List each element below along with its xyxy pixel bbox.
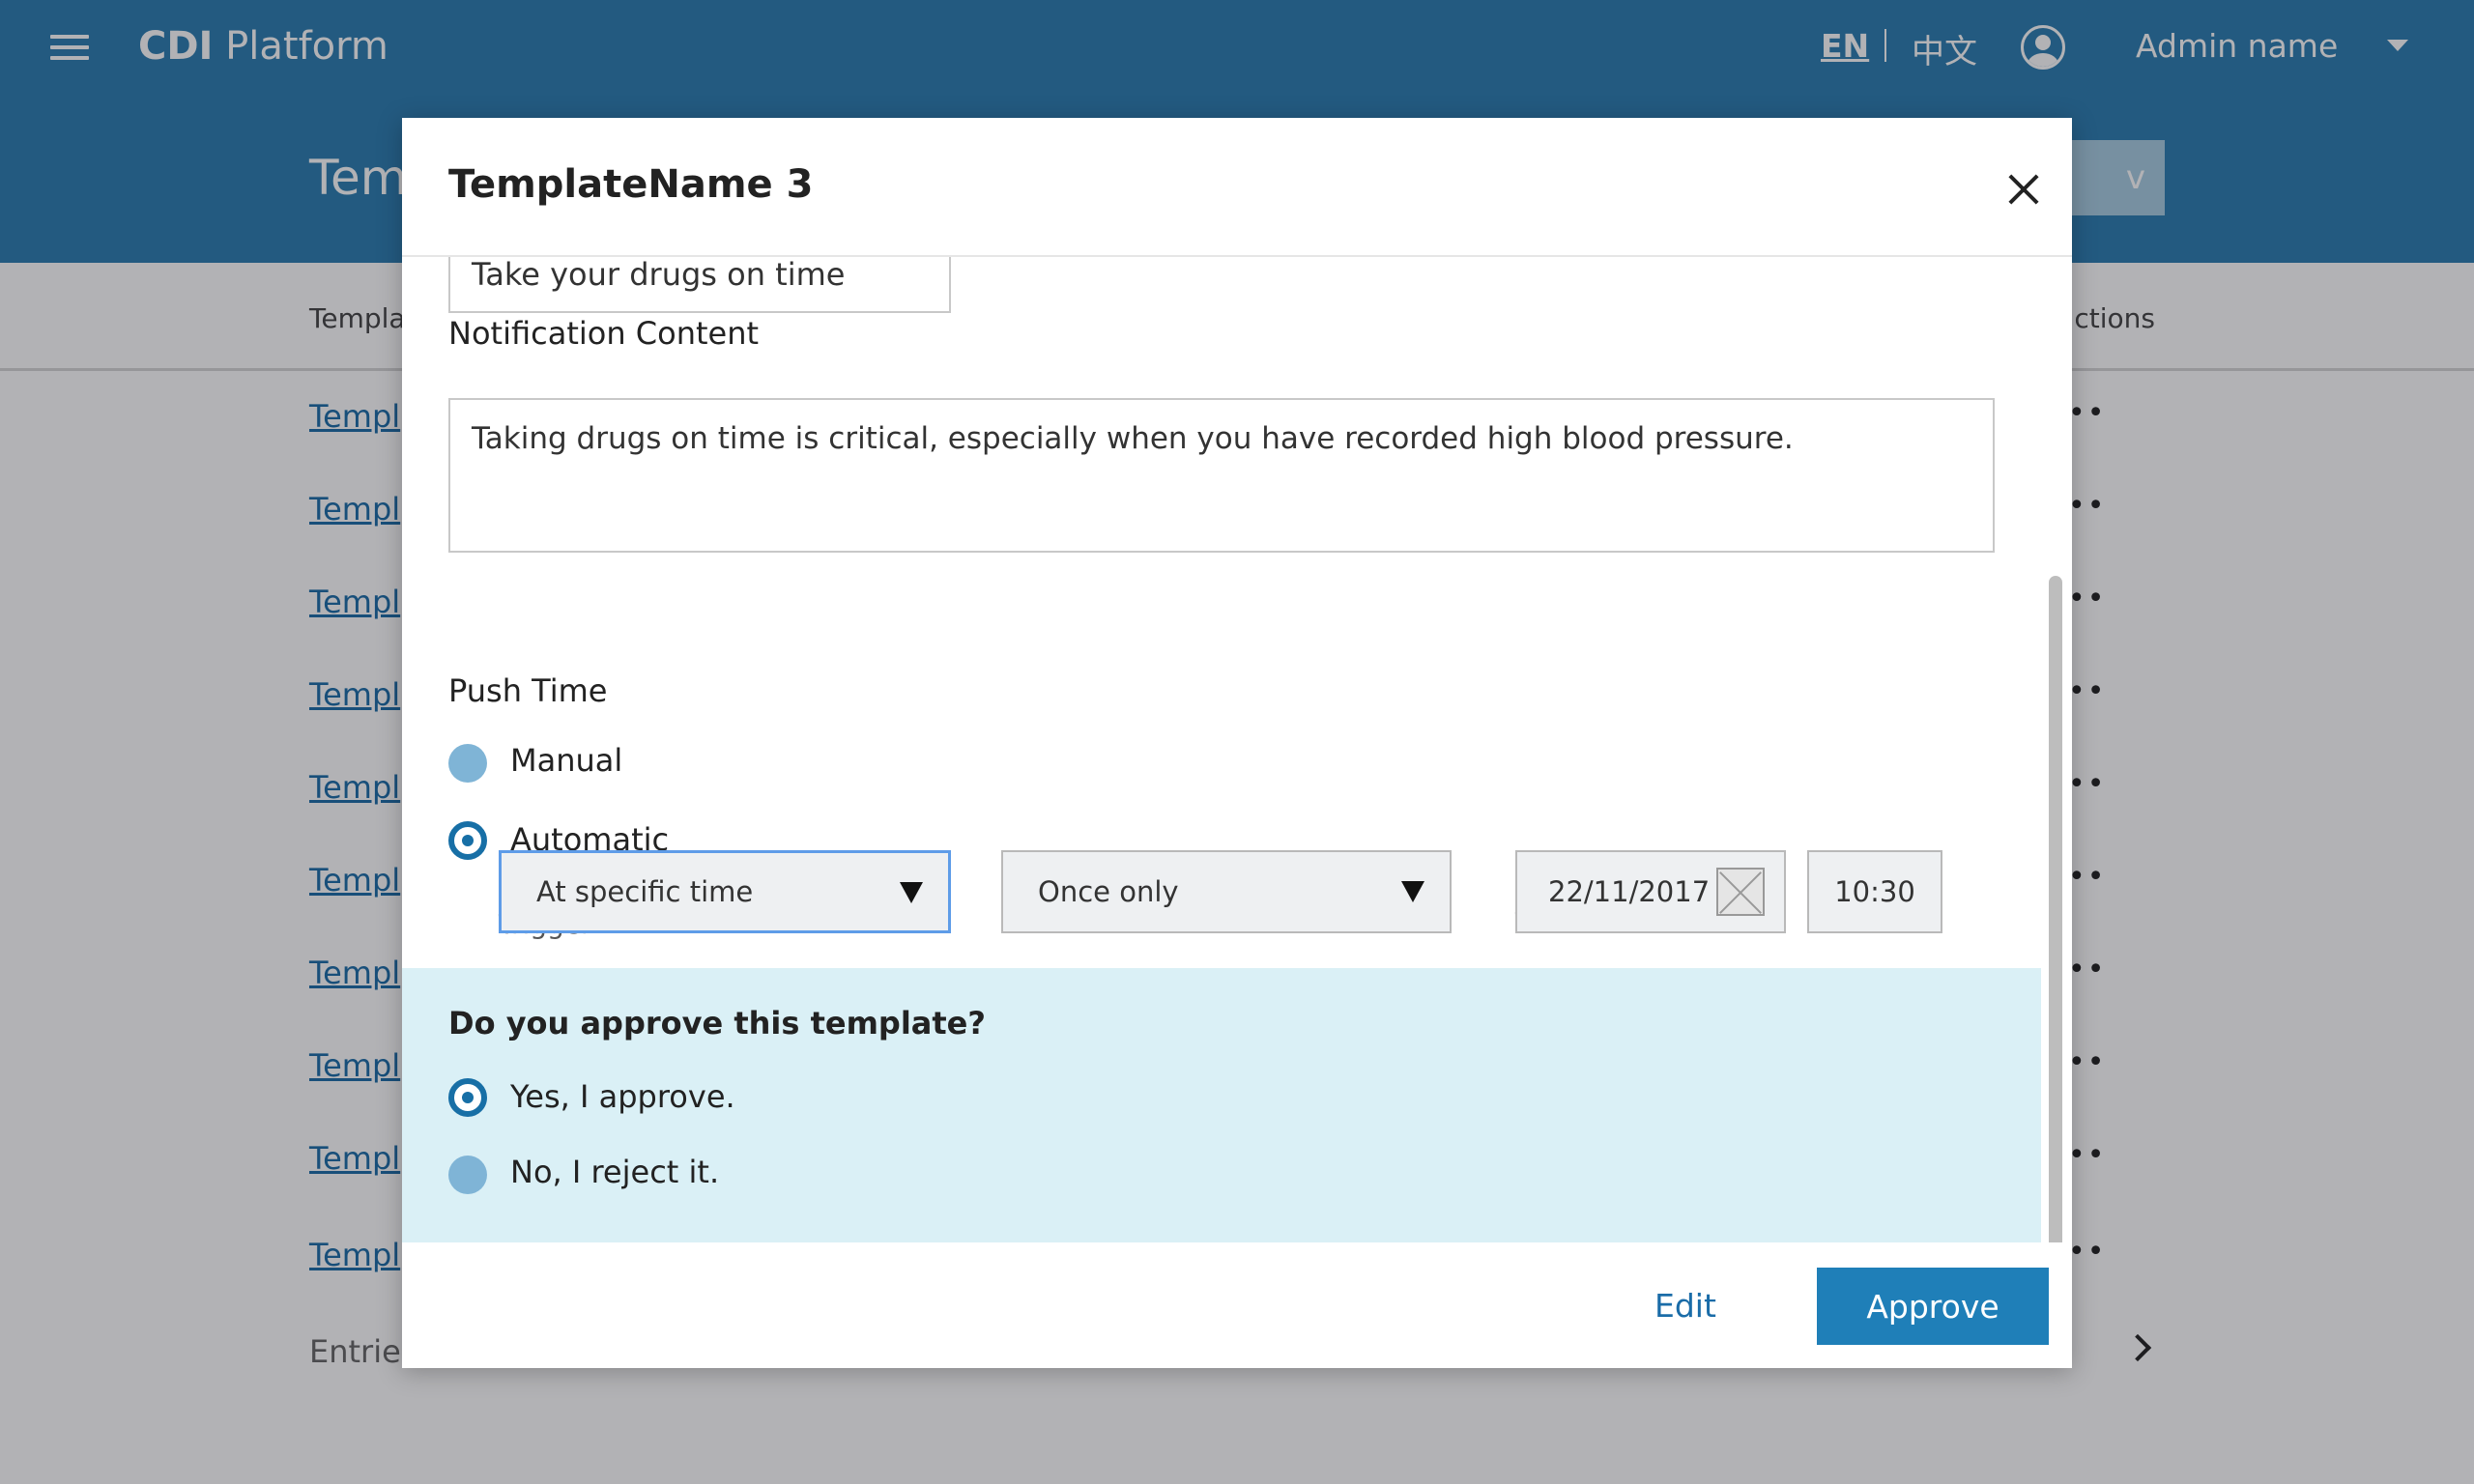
push-manual-radio[interactable]	[448, 744, 487, 783]
approve-no-radio[interactable]	[448, 1156, 487, 1194]
close-icon[interactable]	[2006, 172, 2041, 207]
modal-body: Take your drugs on time Notification Con…	[402, 234, 2072, 1362]
dropdown-arrow-icon	[1401, 881, 1424, 902]
notification-content-label: Notification Content	[448, 315, 760, 352]
push-time-label: Push Time	[448, 672, 608, 709]
approve-yes-radio[interactable]	[448, 1078, 487, 1117]
modal-header: TemplateName 3	[402, 118, 2072, 257]
time-field[interactable]: 10:30	[1807, 850, 1942, 933]
edit-button[interactable]: Edit	[1654, 1287, 1716, 1325]
dropdown-arrow-icon	[900, 882, 923, 903]
calendar-icon[interactable]	[1716, 868, 1765, 916]
modal-title: TemplateName 3	[448, 162, 814, 207]
approval-question: Do you approve this template?	[448, 1005, 986, 1042]
push-automatic-radio[interactable]	[448, 821, 487, 860]
trigger-select[interactable]: At specific time	[499, 850, 951, 933]
approve-no-label[interactable]: No, I reject it.	[510, 1154, 719, 1190]
approve-button[interactable]: Approve	[1817, 1268, 2049, 1345]
recurrence-select[interactable]: Once only	[1001, 850, 1452, 933]
notification-content-field[interactable]: Taking drugs on time is critical, especi…	[448, 398, 1995, 553]
modal-scrollbar[interactable]	[2049, 576, 2062, 1349]
date-value: 22/11/2017	[1548, 875, 1711, 908]
recurrence-select-value: Once only	[1038, 875, 1179, 908]
template-approval-modal: TemplateName 3 Take your drugs on time N…	[402, 118, 2072, 1368]
trigger-select-value: At specific time	[536, 875, 754, 908]
approve-yes-label[interactable]: Yes, I approve.	[510, 1078, 735, 1115]
push-manual-label[interactable]: Manual	[510, 742, 622, 779]
